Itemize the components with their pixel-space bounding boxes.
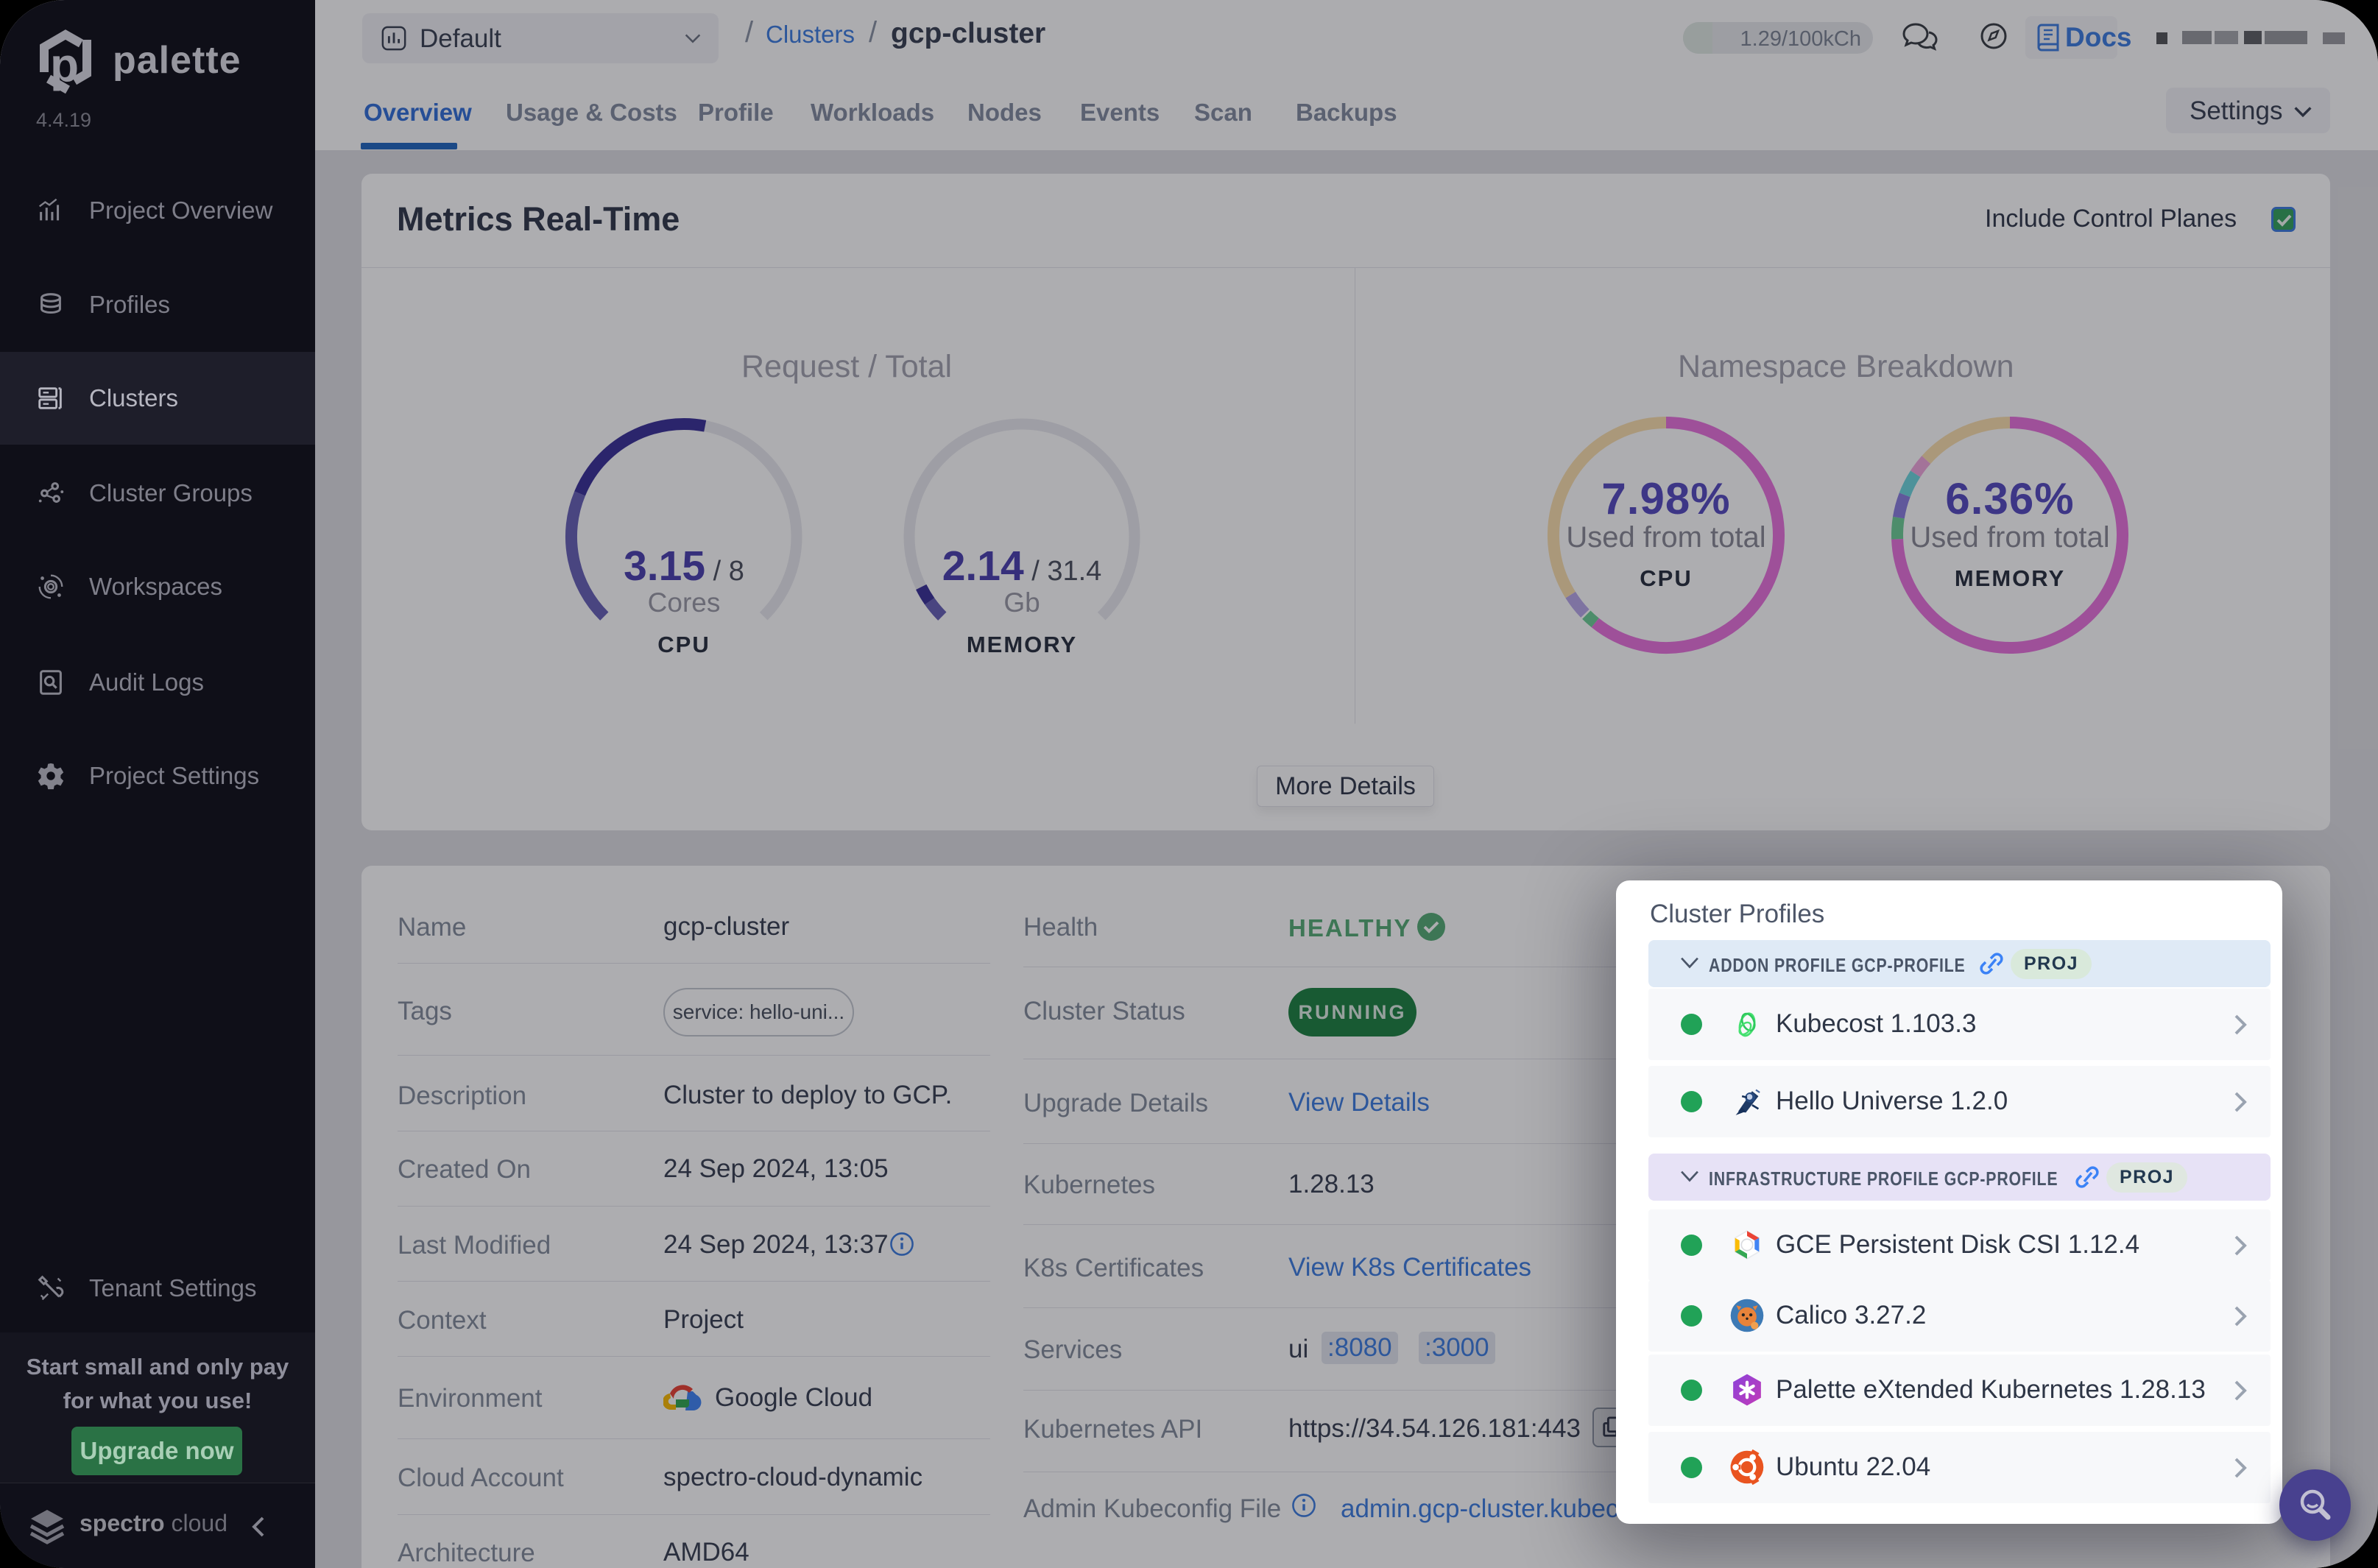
svg-text:p: p: [50, 38, 79, 91]
